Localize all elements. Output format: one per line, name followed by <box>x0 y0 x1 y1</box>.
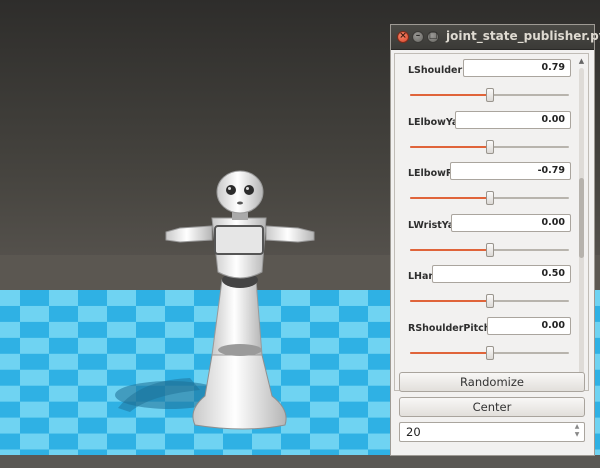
robot-right-eye <box>244 185 254 195</box>
center-button[interactable]: Center <box>399 397 585 417</box>
joint-slider[interactable] <box>410 242 569 257</box>
joint-slider[interactable] <box>410 139 569 154</box>
spinbox-value[interactable]: 20 <box>406 425 421 439</box>
maximize-icon: □ <box>428 31 438 41</box>
joint-slider-fill <box>410 248 490 251</box>
joint-slider-handle[interactable] <box>485 294 494 308</box>
vertical-scrollbar[interactable]: ▲ ▼ <box>577 56 586 388</box>
title-bar[interactable]: × – □ joint_state_publisher.py <box>391 25 600 50</box>
scrollbar-track[interactable] <box>579 68 584 376</box>
robot-mouth <box>237 201 243 205</box>
joint-label: RShoulderPitch <box>408 322 491 334</box>
up-arrow-icon[interactable]: ▲ <box>577 56 586 66</box>
joint-slider-fill <box>410 300 490 302</box>
robot-knee <box>218 344 262 356</box>
close-button[interactable]: × <box>397 31 409 43</box>
joint-row: LWristYaw 0.00 <box>395 213 575 265</box>
joint-slider[interactable] <box>410 191 569 205</box>
joint-slider-panel[interactable]: LShoulderRoll 0.79 LElbowYaw 0.00 LElbowRoll… <box>394 53 589 391</box>
joint-slider-fill <box>410 351 490 354</box>
joint-value-field[interactable]: -0.79 <box>450 162 571 180</box>
joint-slider-handle[interactable] <box>485 242 494 257</box>
joint-slider-handle[interactable] <box>485 191 494 205</box>
robot-left-eye <box>226 185 236 195</box>
joint-slider-fill <box>410 197 490 199</box>
scrollbar-thumb[interactable] <box>579 178 584 258</box>
randomize-button[interactable]: Randomize <box>399 372 585 392</box>
spinbox[interactable]: 20 ▲ ▼ <box>399 422 585 442</box>
joint-slider[interactable] <box>410 294 569 308</box>
minimize-icon: – <box>415 31 421 41</box>
joint-value-field[interactable]: 0.00 <box>451 213 571 232</box>
joint-slider-fill <box>410 94 490 96</box>
joint-slider-handle[interactable] <box>485 139 494 154</box>
joint-value-field[interactable]: 0.50 <box>432 265 571 283</box>
close-icon: × <box>399 31 407 41</box>
joint-row: LHand 0.50 <box>395 264 575 316</box>
minimize-button[interactable]: – <box>412 31 424 43</box>
joint-row: LShoulderRoll 0.79 <box>395 58 575 110</box>
joint-value-field[interactable]: 0.79 <box>463 59 571 77</box>
joint-state-publisher-window: × – □ joint_state_publisher.py LShoulder… <box>390 24 600 456</box>
joint-value-field[interactable]: 0.00 <box>487 316 571 335</box>
joint-row: LElbowYaw 0.00 <box>395 110 575 162</box>
robot-head <box>216 170 264 214</box>
joint-row: RShoulderPitch 0.00 <box>395 316 575 368</box>
joint-row: LElbowRoll -0.79 <box>395 161 575 213</box>
joint-slider-handle[interactable] <box>485 345 494 360</box>
robot-tablet <box>214 225 264 255</box>
joint-slider-fill <box>410 145 490 148</box>
spinbox-arrows-icon[interactable]: ▲ ▼ <box>572 423 582 441</box>
joint-slider[interactable] <box>410 88 569 102</box>
window-title: joint_state_publisher.py <box>446 29 600 43</box>
bottom-strip <box>0 455 600 468</box>
joint-slider-handle[interactable] <box>485 88 494 102</box>
maximize-button[interactable]: □ <box>427 31 439 43</box>
joint-slider[interactable] <box>410 345 569 360</box>
joint-value-field[interactable]: 0.00 <box>455 110 571 129</box>
